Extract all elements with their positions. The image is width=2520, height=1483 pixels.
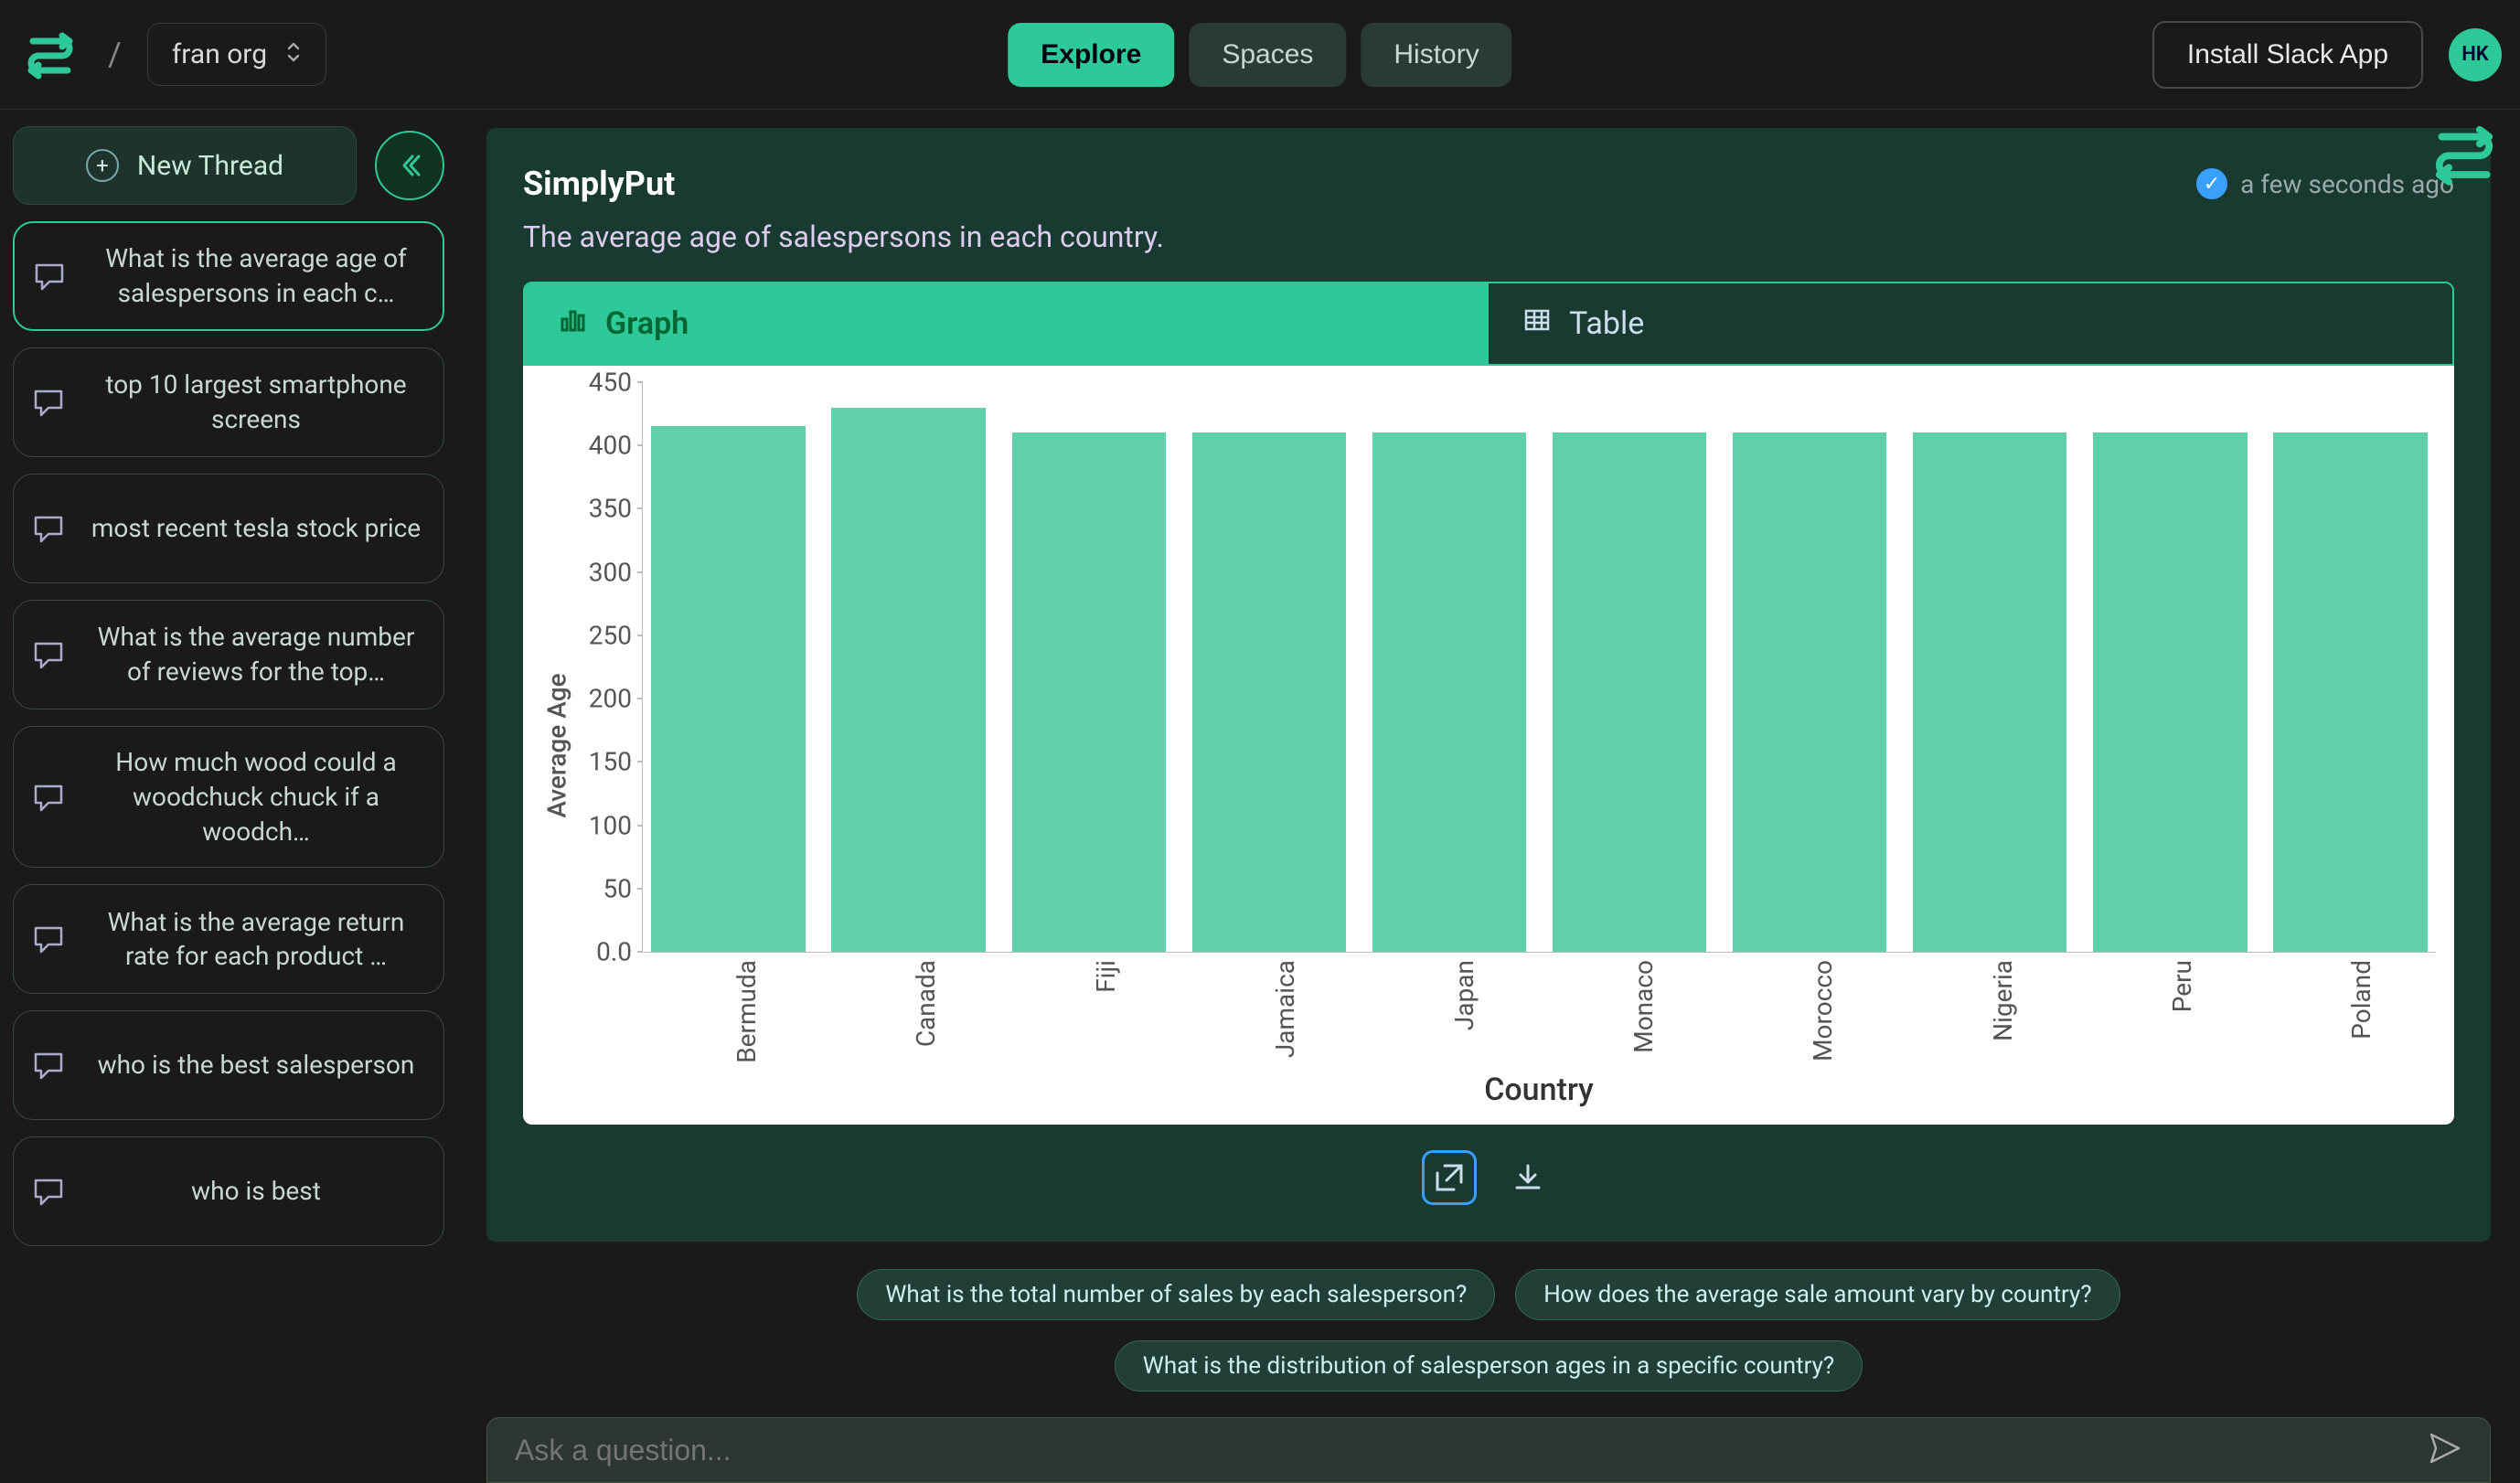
chat-icon <box>30 384 67 421</box>
install-slack-button[interactable]: Install Slack App <box>2152 21 2423 89</box>
chat-icon <box>30 921 67 957</box>
refresh-icon[interactable] <box>2432 123 2496 190</box>
thread-label: most recent tesla stock price <box>85 511 427 546</box>
chart-ytick: 250 <box>566 620 632 650</box>
chart-xtick: Morocco <box>1813 859 1843 960</box>
org-selector[interactable]: fran org <box>147 23 326 86</box>
chart-xtick: Poland <box>2352 880 2382 960</box>
chart-xtick: Japan <box>1455 890 1485 960</box>
org-label: fran org <box>172 38 267 70</box>
avatar[interactable]: HK <box>2449 28 2502 81</box>
chart-bar <box>1913 432 2066 952</box>
chart-ytick: 350 <box>566 494 632 524</box>
path-separator: / <box>108 36 122 74</box>
tab-table[interactable]: Table <box>1489 283 2452 364</box>
chart-ytick: 400 <box>566 431 632 461</box>
download-button[interactable] <box>1500 1150 1555 1205</box>
thread-item[interactable]: top 10 largest smartphone screens <box>13 347 444 457</box>
chart-xlabel: Country <box>642 1072 2436 1108</box>
suggestion-chip[interactable]: How does the average sale amount vary by… <box>1515 1269 2120 1320</box>
nav-explore[interactable]: Explore <box>1008 23 1174 87</box>
chart-bar <box>1733 432 1886 952</box>
chat-icon <box>30 1047 67 1083</box>
compose-input[interactable] <box>515 1434 2428 1467</box>
chart-xtick: Bermuda <box>737 857 767 960</box>
open-external-button[interactable] <box>1422 1150 1477 1205</box>
table-icon <box>1523 305 1551 342</box>
thread-label: What is the average age of salespersons … <box>86 241 426 311</box>
chart-bar <box>2273 432 2427 952</box>
result-description: The average age of salespersons in each … <box>523 219 2454 254</box>
verified-icon: ✓ <box>2196 168 2227 199</box>
suggestion-chip[interactable]: What is the distribution of salesperson … <box>1115 1340 1863 1392</box>
thread-label: top 10 largest smartphone screens <box>85 368 427 437</box>
chat-icon <box>30 1173 67 1210</box>
nav-spaces[interactable]: Spaces <box>1189 23 1346 87</box>
chart-bar <box>2093 432 2247 952</box>
chart-xtick: Nigeria <box>1993 879 2023 960</box>
chart-xtick: Monaco <box>1634 867 1664 960</box>
thread-label: who is best <box>85 1174 427 1209</box>
send-icon[interactable] <box>2428 1431 2462 1469</box>
tab-graph-label: Graph <box>605 305 689 342</box>
bar-chart-icon <box>560 305 587 342</box>
result-title: SimplyPut <box>523 165 675 203</box>
chart-ytick: 450 <box>566 368 632 398</box>
chart-ytick: 200 <box>566 684 632 714</box>
app-logo[interactable] <box>18 23 82 87</box>
thread-item[interactable]: most recent tesla stock price <box>13 474 444 583</box>
thread-item[interactable]: who is the best salesperson <box>13 1010 444 1120</box>
new-thread-button[interactable]: + New Thread <box>13 126 357 205</box>
sidebar-collapse-button[interactable] <box>375 131 444 200</box>
tab-table-label: Table <box>1569 305 1644 342</box>
chat-icon <box>30 779 67 816</box>
chat-icon <box>30 510 67 547</box>
chat-icon <box>31 258 68 294</box>
chart-bar <box>831 408 985 952</box>
chart-bar <box>1553 432 1706 952</box>
thread-label: who is the best salesperson <box>85 1048 427 1083</box>
chart-container: Average Age 0.05010015020025030035040045… <box>523 366 2454 1125</box>
new-thread-label: New Thread <box>137 150 283 182</box>
thread-item[interactable]: How much wood could a woodchuck chuck if… <box>13 726 444 868</box>
thread-item[interactable]: What is the average return rate for each… <box>13 884 444 994</box>
suggestion-chip[interactable]: What is the total number of sales by eac… <box>857 1269 1495 1320</box>
thread-label: What is the average number of reviews fo… <box>85 620 427 689</box>
thread-item[interactable]: What is the average number of reviews fo… <box>13 600 444 709</box>
chat-icon <box>30 636 67 673</box>
chart-xtick: Jamaica <box>1276 862 1306 960</box>
chart-ytick: 150 <box>566 747 632 777</box>
chart-xtick: Peru <box>2173 908 2203 960</box>
chart-xtick: Fiji <box>1096 927 1127 960</box>
result-timestamp: a few seconds ago <box>2240 169 2454 199</box>
chevron-updown-icon <box>285 40 302 69</box>
nav-history[interactable]: History <box>1361 23 1511 87</box>
thread-label: What is the average return rate for each… <box>85 905 427 975</box>
chart-bar <box>1012 432 1166 952</box>
plus-icon: + <box>86 149 119 182</box>
chart-bar <box>1192 432 1346 952</box>
tab-graph[interactable]: Graph <box>525 283 1489 364</box>
chart-ytick: 100 <box>566 810 632 840</box>
chart-bar <box>1372 432 1526 952</box>
chart-ytick: 50 <box>566 873 632 903</box>
thread-item[interactable]: who is best <box>13 1136 444 1246</box>
chart-bar <box>651 426 805 952</box>
chart-xtick: Canada <box>916 873 946 960</box>
chart-ytick: 0.0 <box>566 937 632 967</box>
thread-item[interactable]: What is the average age of salespersons … <box>13 221 444 331</box>
thread-label: How much wood could a woodchuck chuck if… <box>85 745 427 848</box>
chart-ytick: 300 <box>566 557 632 587</box>
